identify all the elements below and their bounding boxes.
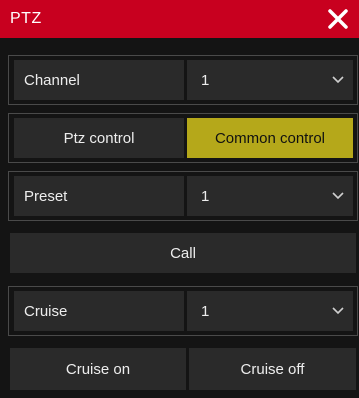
- chevron-down-icon: [332, 307, 344, 315]
- channel-value: 1: [201, 71, 210, 89]
- tab-ptz-control[interactable]: Ptz control: [14, 118, 184, 158]
- preset-row: Preset 1: [8, 171, 358, 221]
- cruise-row: Cruise 1: [8, 286, 358, 336]
- preset-label: Preset: [14, 176, 184, 216]
- cruise-on-label: Cruise on: [65, 360, 131, 378]
- channel-row: Channel 1: [8, 55, 358, 105]
- control-tabs: Ptz control Common control: [8, 113, 358, 163]
- preset-select[interactable]: 1: [187, 176, 353, 216]
- call-button-label: Call: [170, 244, 196, 262]
- cruise-select[interactable]: 1: [187, 291, 353, 331]
- channel-label: Channel: [14, 60, 184, 100]
- channel-select[interactable]: 1: [187, 60, 353, 100]
- tab-common-control[interactable]: Common control: [187, 118, 353, 158]
- cruise-off-button[interactable]: Cruise off: [189, 348, 356, 390]
- title-bar: PTZ: [0, 0, 359, 38]
- ptz-dialog: PTZ Channel 1 Ptz control Common control…: [0, 0, 359, 398]
- cruise-on-button[interactable]: Cruise on: [10, 348, 186, 390]
- call-button[interactable]: Call: [10, 233, 356, 273]
- chevron-down-icon: [332, 192, 344, 200]
- cruise-off-label: Cruise off: [240, 360, 305, 378]
- dialog-title: PTZ: [10, 10, 42, 27]
- cruise-label: Cruise: [14, 291, 184, 331]
- cruise-value: 1: [201, 302, 210, 320]
- tab-common-control-label: Common control: [214, 129, 326, 147]
- close-icon[interactable]: [321, 2, 355, 36]
- tab-ptz-control-label: Ptz control: [63, 129, 135, 147]
- chevron-down-icon: [332, 76, 344, 84]
- preset-value: 1: [201, 187, 210, 205]
